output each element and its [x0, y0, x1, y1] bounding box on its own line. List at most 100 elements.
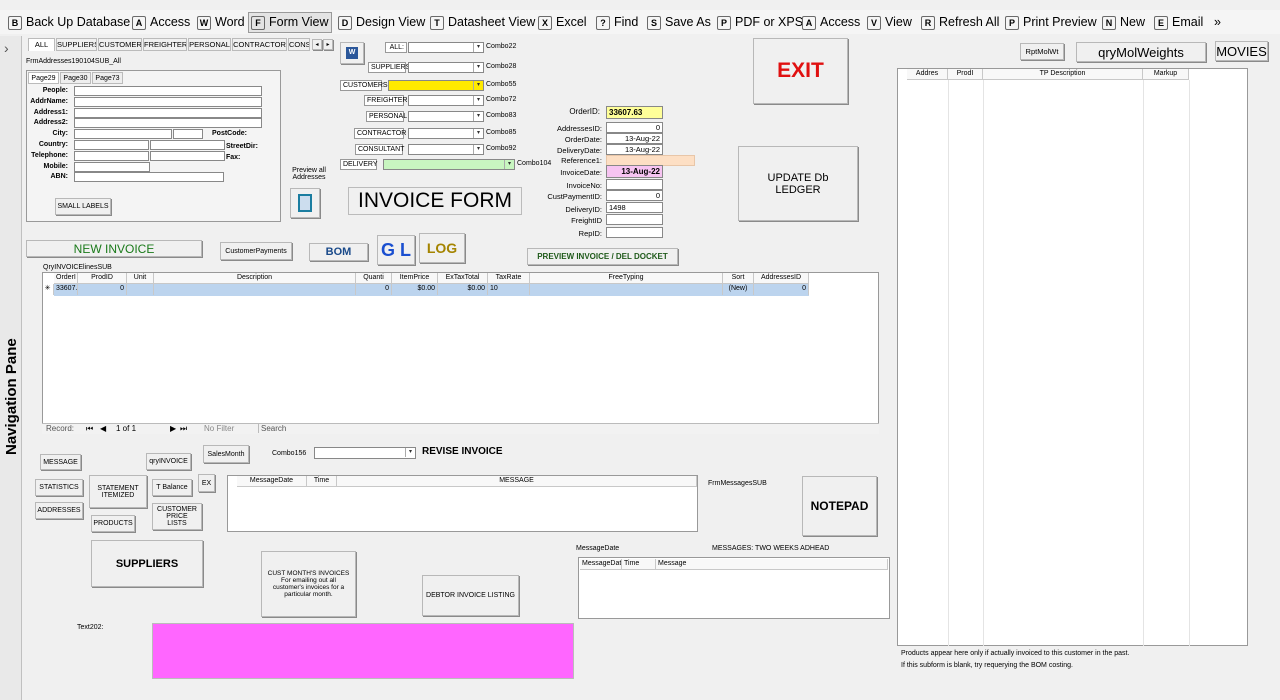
toolbar-view[interactable]: V View — [865, 12, 914, 33]
salesmonth-button[interactable]: SalesMonth — [203, 445, 249, 463]
tab-suppliers[interactable]: SUPPLIERS — [56, 38, 97, 51]
customer-payments-button[interactable]: CustomerPayments — [220, 242, 292, 260]
invoiceno-field[interactable] — [606, 179, 663, 190]
qrymolweights-button[interactable]: qryMolWeights — [1076, 42, 1206, 62]
orderdate-field[interactable]: 13-Aug-22 — [606, 133, 663, 144]
tab-personal[interactable]: PERSONAL — [188, 38, 231, 51]
no-filter-label[interactable]: No Filter — [204, 424, 234, 433]
invoice-cell-3[interactable] — [154, 284, 356, 295]
message2-col-2[interactable]: Message — [656, 559, 888, 570]
next-record-icon[interactable]: ▶ — [170, 424, 176, 433]
combo-box-6[interactable]: ▾ — [408, 144, 484, 155]
invoice-col-9[interactable]: Sort — [723, 273, 754, 284]
address-field-input-0[interactable] — [74, 86, 262, 96]
tab-customer[interactable]: CUSTOMER — [98, 38, 142, 51]
custpaymentid-field[interactable]: 0 — [606, 190, 663, 201]
invoice-cell-0[interactable]: 33607.63 — [54, 284, 78, 295]
toolbar-design-view[interactable]: D Design View — [336, 12, 427, 33]
last-record-icon[interactable]: ⏭ — [180, 424, 187, 434]
products-col-1[interactable]: ProdI — [948, 69, 983, 80]
products-col-0[interactable]: Addres — [907, 69, 948, 80]
rptmolwt-button[interactable]: RptMolWt — [1020, 43, 1064, 60]
toolbar-access[interactable]: A Access — [130, 12, 192, 33]
address-field-input-5[interactable] — [74, 140, 149, 150]
toolbar-print-preview[interactable]: P Print Preview — [1003, 12, 1099, 33]
tbalance-button[interactable]: T Balance — [152, 479, 192, 496]
invoice-cell-10[interactable]: 0 — [754, 284, 809, 295]
address-field-input-6[interactable] — [74, 150, 149, 161]
products-button[interactable]: PRODUCTS — [91, 515, 135, 532]
invoice-cell-8[interactable] — [530, 284, 723, 295]
preview-all-button[interactable] — [290, 188, 320, 218]
invoice-cell-2[interactable] — [127, 284, 154, 295]
combo-box-1[interactable]: ▾ — [408, 62, 484, 73]
deliveryid-field[interactable]: 1498 — [606, 202, 663, 213]
invoice-col-2[interactable]: Unit — [127, 273, 154, 284]
message-col-2[interactable]: MESSAGE — [337, 476, 697, 487]
toolbar-new[interactable]: N New — [1100, 12, 1147, 33]
address-field-input-8[interactable] — [74, 172, 224, 183]
combo-box-3[interactable]: ▾ — [408, 95, 484, 106]
products-col-3[interactable]: Markup — [1143, 69, 1189, 80]
invoice-col-5[interactable]: ItemPrice — [392, 273, 438, 284]
invoice-col-8[interactable]: FreeTyping — [530, 273, 723, 284]
tab-freighter[interactable]: FREIGHTER — [143, 38, 187, 51]
message-col-1[interactable]: Time — [307, 476, 337, 487]
toolbar-save-as[interactable]: S Save As — [645, 12, 713, 33]
invoice-col-3[interactable]: Description — [154, 273, 356, 284]
qryinvoice-button[interactable]: qryINVOICE — [146, 453, 191, 470]
products-col-2[interactable]: TP Description — [983, 69, 1143, 80]
postcode-field[interactable] — [173, 129, 203, 140]
suppliers-button[interactable]: SUPPLIERS — [91, 540, 203, 587]
toolbar-more-icon[interactable]: » — [1212, 12, 1223, 33]
invoice-cell-7[interactable]: 10 — [488, 284, 530, 295]
exit-button[interactable]: EXIT — [753, 38, 848, 104]
small-labels-button[interactable]: SMALL LABELS — [55, 198, 111, 215]
toolbar-excel[interactable]: X Excel — [536, 12, 589, 33]
statistics-button[interactable]: STATISTICS — [35, 479, 83, 496]
toolbar-refresh-all[interactable]: R Refresh All — [919, 12, 1001, 33]
combo-box-5[interactable]: ▾ — [408, 128, 484, 139]
update-ledger-button[interactable]: UPDATE Db LEDGER — [738, 146, 858, 221]
invoicedate-field[interactable]: 13-Aug-22 — [606, 165, 663, 178]
invoice-cell-9[interactable]: (New) — [723, 284, 754, 295]
invoice-cell-1[interactable]: 0 — [78, 284, 127, 295]
message-button[interactable]: MESSAGE — [40, 454, 81, 470]
invoice-col-6[interactable]: ExTaxTotal — [438, 273, 488, 284]
toolbar-email[interactable]: E Email — [1152, 12, 1205, 33]
record-position[interactable]: 1 of 1 — [116, 424, 136, 433]
address-field-input-1[interactable] — [74, 96, 262, 107]
addresses-button[interactable]: ADDRESSES — [35, 502, 83, 519]
nav-pane-toggle[interactable]: › — [4, 40, 9, 56]
cust-month-invoices-button[interactable]: CUST MONTH'S INVOICES For emailing out a… — [261, 551, 356, 617]
address-field-input-7[interactable] — [74, 161, 150, 172]
invoice-col-10[interactable]: AddressesID — [754, 273, 809, 284]
toolbar-back-up-database[interactable]: B Back Up Database — [6, 12, 132, 33]
deliverydate-field[interactable]: 13-Aug-22 — [606, 144, 663, 155]
address-field-input-3[interactable] — [74, 118, 262, 129]
search-field[interactable]: Search — [258, 424, 286, 433]
new-invoice-button[interactable]: NEW INVOICE — [26, 240, 202, 257]
ex-button[interactable]: EX — [198, 474, 215, 492]
invoice-col-1[interactable]: ProdID — [78, 273, 127, 284]
first-record-icon[interactable]: ⏮ — [86, 424, 93, 434]
invoice-col-0[interactable]: OrderI — [54, 273, 78, 284]
repid-field[interactable] — [606, 227, 663, 238]
revise-combo[interactable]: ▾ — [314, 447, 416, 459]
text202-field[interactable] — [152, 623, 574, 679]
address-field-input-2[interactable] — [74, 107, 262, 118]
combo-box-7[interactable]: ▾ — [383, 159, 515, 170]
statement-itemized-button[interactable]: STATEMENT ITEMIZED — [89, 475, 147, 508]
message-col-0[interactable]: MessageDate — [237, 476, 307, 487]
page-tab-page30[interactable]: Page30 — [60, 72, 91, 84]
tab-contractor[interactable]: CONTRACTOR — [232, 38, 287, 51]
bom-button[interactable]: BOM — [309, 243, 368, 261]
message2-col-0[interactable]: MessageDat — [580, 559, 622, 570]
customer-price-lists-button[interactable]: CUSTOMER PRICE LISTS — [152, 503, 202, 530]
tab-scroll-right[interactable]: ▸ — [323, 39, 333, 50]
word-merge-button[interactable]: W — [340, 42, 364, 64]
toolbar-find[interactable]: ? Find — [594, 12, 640, 33]
page-tab-page29[interactable]: Page29 — [28, 72, 59, 84]
tab-all[interactable]: ALL — [28, 38, 55, 51]
address-field-input-4[interactable] — [74, 129, 172, 140]
